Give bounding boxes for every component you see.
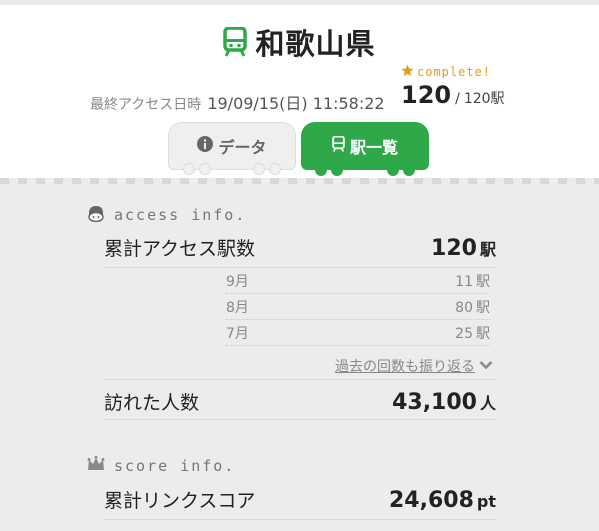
total-access-unit: 駅 bbox=[479, 240, 496, 259]
wheel bbox=[183, 163, 195, 175]
complete-label: complete! bbox=[401, 64, 521, 80]
header: 和歌山県 最終アクセス日時 19/09/15(日) 11:58:22 comple… bbox=[0, 0, 599, 178]
complete-separator: / bbox=[455, 91, 460, 107]
star-icon bbox=[401, 64, 414, 80]
score-info-heading-text: score info. bbox=[114, 457, 236, 475]
look-back-label: 過去の回数も振り返る bbox=[335, 359, 475, 375]
link-score-value-wrap: 24,608 pt bbox=[389, 488, 496, 513]
divider bbox=[104, 379, 496, 380]
month-value: 11 駅 bbox=[455, 271, 490, 291]
month-count: 25 bbox=[455, 325, 473, 342]
complete-number: 120 bbox=[401, 81, 452, 109]
link-score-value: 24,608 bbox=[388, 488, 474, 513]
complete-text: complete! bbox=[417, 65, 492, 79]
link-score-label: 累計リンクスコア bbox=[104, 490, 256, 512]
visitors-value-wrap: 43,100 人 bbox=[392, 390, 496, 415]
train-icon bbox=[332, 135, 345, 156]
month-label: 9月 bbox=[226, 273, 249, 290]
month-row: 9月 11 駅 bbox=[226, 268, 490, 294]
month-label: 8月 bbox=[226, 299, 249, 316]
wheel bbox=[253, 163, 265, 175]
month-unit: 駅 bbox=[476, 299, 490, 316]
wheel bbox=[387, 164, 399, 176]
wheel bbox=[403, 164, 415, 176]
access-info-heading-text: access info. bbox=[114, 206, 247, 224]
total-access-value-wrap: 120 駅 bbox=[431, 236, 496, 261]
wheel bbox=[199, 163, 211, 175]
character-icon bbox=[86, 204, 106, 226]
last-access: 最終アクセス日時 19/09/15(日) 11:58:22 bbox=[90, 90, 385, 114]
complete-count: 120/120駅 bbox=[401, 81, 521, 109]
chevron-down-icon bbox=[479, 358, 493, 374]
last-access-value: 19/09/15(日) 11:58:22 bbox=[207, 94, 385, 113]
month-label: 7月 bbox=[226, 325, 249, 342]
visitors-unit: 人 bbox=[479, 394, 496, 413]
crown-icon bbox=[86, 456, 106, 476]
tab-station-list-label: 駅一覧 bbox=[349, 138, 398, 157]
month-count: 80 bbox=[455, 299, 473, 316]
top-strip bbox=[0, 0, 599, 5]
wheel bbox=[331, 164, 343, 176]
month-unit: 駅 bbox=[476, 273, 490, 290]
month-count: 11 bbox=[455, 273, 473, 290]
wheel bbox=[315, 164, 327, 176]
access-info-heading: access info. bbox=[86, 204, 246, 226]
rail-divider bbox=[0, 178, 599, 184]
tab-data[interactable]: データ bbox=[168, 122, 296, 175]
month-row: 8月 80 駅 bbox=[226, 294, 490, 320]
link-score-unit: pt bbox=[476, 492, 496, 511]
visitors-row: 訪れた人数 43,100 人 bbox=[104, 388, 496, 420]
last-access-label: 最終アクセス日時 bbox=[90, 97, 202, 113]
visitors-value: 43,100 bbox=[392, 390, 477, 415]
month-unit: 駅 bbox=[476, 325, 490, 342]
tab-data-label: データ bbox=[218, 138, 267, 157]
score-info-heading: score info. bbox=[86, 456, 235, 476]
month-row: 7月 25 駅 bbox=[226, 320, 490, 346]
train-icon bbox=[223, 27, 248, 57]
total-access-label: 累計アクセス駅数 bbox=[104, 238, 256, 260]
title-row: 和歌山県 bbox=[0, 22, 599, 62]
info-icon bbox=[197, 136, 214, 156]
total-access-row: 累計アクセス駅数 120 駅 bbox=[104, 234, 496, 268]
tab-station-list[interactable]: 駅一覧 bbox=[301, 122, 429, 176]
look-back-link[interactable]: 過去の回数も振り返る bbox=[303, 355, 493, 377]
wheel bbox=[269, 163, 281, 175]
visitors-label: 訪れた人数 bbox=[104, 392, 200, 414]
complete-status: complete! 120/120駅 bbox=[401, 64, 521, 109]
link-score-row: 累計リンクスコア 24,608 pt bbox=[104, 486, 496, 520]
total-access-value: 120 bbox=[431, 236, 477, 261]
page-title: 和歌山県 bbox=[255, 27, 376, 61]
complete-total: 120駅 bbox=[463, 91, 505, 107]
month-value: 80 駅 bbox=[455, 297, 490, 317]
month-value: 25 駅 bbox=[455, 323, 490, 343]
